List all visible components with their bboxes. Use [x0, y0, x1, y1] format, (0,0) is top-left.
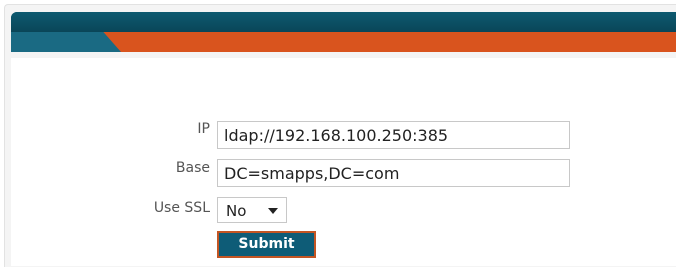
- chevron-down-icon: [268, 208, 278, 214]
- base-input[interactable]: [217, 159, 570, 187]
- ip-input[interactable]: [217, 121, 570, 149]
- use-ssl-select[interactable]: No: [217, 197, 287, 223]
- header-bar-dark: [11, 12, 676, 32]
- use-ssl-selected-value: No: [226, 202, 247, 220]
- header-banner: [11, 12, 676, 52]
- use-ssl-label: Use SSL: [153, 200, 210, 216]
- page: IP Base Use SSL No Submit: [0, 0, 676, 267]
- base-label: Base: [175, 160, 210, 176]
- submit-button[interactable]: Submit: [217, 231, 316, 258]
- header-tab: [11, 32, 121, 52]
- ip-label: IP: [197, 121, 210, 137]
